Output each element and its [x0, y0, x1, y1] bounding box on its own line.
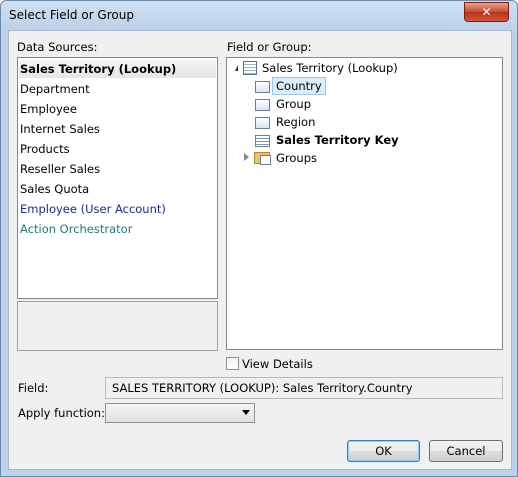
data-source-item-reseller-sales[interactable]: Reseller Sales [20, 160, 100, 178]
tree-item-country[interactable]: Country [272, 77, 326, 95]
chevron-down-icon [242, 410, 250, 415]
field-tree[interactable]: Sales Territory (Lookup) Country Group R… [226, 57, 503, 350]
table-icon [243, 61, 257, 75]
dialog-window: Select Field or Group ✕ Data Sources: Sa… [0, 0, 518, 477]
close-button[interactable]: ✕ [464, 2, 509, 22]
data-source-item-sales-territory-lookup[interactable]: Sales Territory (Lookup) [19, 60, 216, 78]
field-icon [255, 81, 270, 93]
tree-item-sales-territory-key[interactable]: Sales Territory Key [276, 131, 399, 149]
data-sources-label: Data Sources: [17, 40, 98, 54]
data-source-item-employee-user-account[interactable]: Employee (User Account) [20, 200, 166, 218]
data-source-item-internet-sales[interactable]: Internet Sales [20, 120, 100, 138]
data-source-item-action-orchestrator[interactable]: Action Orchestrator [20, 220, 132, 238]
tree-item-region[interactable]: Region [276, 113, 315, 131]
data-source-details-panel [17, 301, 218, 351]
tree-item-groups[interactable]: Groups [276, 149, 317, 167]
view-details-checkbox[interactable] [226, 357, 239, 370]
field-label: Field: [18, 381, 49, 395]
ok-button[interactable]: OK [347, 440, 420, 462]
key-field-icon [255, 135, 270, 147]
tree-root[interactable]: Sales Territory (Lookup) [262, 59, 398, 77]
group-folder-icon [254, 150, 271, 165]
cancel-button[interactable]: Cancel [429, 440, 503, 462]
data-sources-list[interactable]: Sales Territory (Lookup) Department Empl… [17, 57, 218, 299]
apply-function-label: Apply function: [18, 406, 105, 420]
data-source-item-department[interactable]: Department [20, 80, 90, 98]
collapse-arrow-icon [232, 65, 238, 71]
field-value-box: SALES TERRITORY (LOOKUP): Sales Territor… [105, 377, 503, 399]
data-source-item-products[interactable]: Products [20, 140, 70, 158]
dialog-title: Select Field or Group [9, 8, 134, 22]
apply-function-dropdown[interactable] [105, 403, 255, 423]
tree-item-group[interactable]: Group [276, 95, 311, 113]
field-or-group-label: Field or Group: [227, 40, 312, 54]
expand-arrow-icon[interactable] [244, 153, 249, 161]
view-details-label: View Details [242, 357, 313, 371]
data-source-item-employee[interactable]: Employee [20, 100, 77, 118]
field-icon [255, 99, 270, 111]
field-icon [255, 117, 270, 129]
close-icon: ✕ [481, 5, 492, 19]
data-source-item-sales-quota[interactable]: Sales Quota [20, 180, 89, 198]
dialog-body: Data Sources: Sales Territory (Lookup) D… [8, 30, 512, 470]
